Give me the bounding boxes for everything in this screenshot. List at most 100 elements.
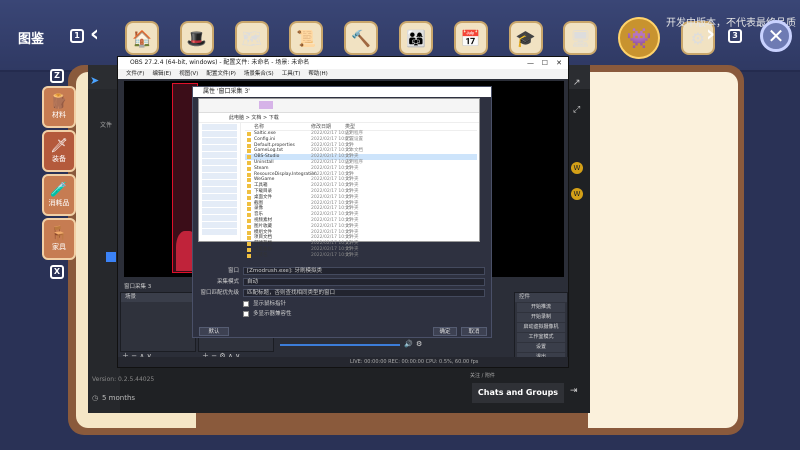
nav-tree-item[interactable] [202, 180, 237, 186]
category-tab-4[interactable]: 🔨 [344, 21, 379, 55]
show-cursor-checkbox[interactable] [243, 301, 249, 307]
nav-tree-item[interactable] [202, 201, 237, 207]
category-tab-9[interactable]: 👾 [618, 17, 661, 59]
capture-mode-select[interactable]: 自动 [243, 278, 485, 286]
priority-select[interactable]: 匹配标题，否则查找相同类型的窗口 [243, 289, 485, 297]
control-button[interactable]: 开始推流 [517, 303, 565, 312]
nav-tree-item[interactable] [202, 159, 237, 165]
nav-tree-item[interactable] [202, 187, 237, 193]
wood-icon: 🪵 [50, 94, 68, 110]
controls-panel: 控件 开始推流开始录制启动虚拟摄像机工作室模式设置退出 [514, 292, 568, 362]
app-logo-icon: ➤ [90, 74, 100, 87]
file-list-header: 名称 修改日期 类型 [245, 123, 477, 131]
show-cursor-row: 显示鼠标指针 [197, 300, 489, 309]
category-tab-2[interactable]: 🗺 [234, 21, 269, 55]
nav-tree-item[interactable] [202, 173, 237, 179]
category-tab-5[interactable]: 👨‍👩‍👧 [398, 21, 433, 55]
scenes-panel: 场景 [120, 292, 196, 352]
explorer-address-bar[interactable]: 此电脑 > 文档 > 下载 [199, 113, 479, 123]
nav-tree-item[interactable] [202, 229, 237, 235]
explorer-file-list: 名称 修改日期 类型 Saltic.exe 2022/02/17 10:25 应用程… [245, 123, 477, 258]
table-row[interactable]: 安装包 2022/02/17 10:25 文件夹 [245, 253, 477, 259]
nav-tree-item[interactable] [202, 222, 237, 228]
ribbon-tab-highlight [259, 101, 273, 109]
file-icon [247, 213, 251, 218]
category-tab-7[interactable]: 🎓 [508, 21, 543, 55]
page-prev-key[interactable]: 1 [70, 29, 84, 43]
side-tab-furniture[interactable]: 🪑 家具 [42, 218, 76, 260]
volume-meter[interactable] [280, 344, 400, 346]
control-button[interactable]: 启动虚拟摄像机 [517, 323, 565, 332]
category-tab-3[interactable]: 📜 [289, 21, 324, 55]
obs-menu-item[interactable]: 场景集合(S) [244, 71, 274, 77]
category-tab-0[interactable]: 🏠 [125, 21, 159, 55]
obs-menu-item[interactable]: 工具(T) [282, 71, 301, 77]
nav-tree-item[interactable] [202, 194, 237, 200]
nav-tree-item[interactable] [202, 208, 237, 214]
defaults-button[interactable]: 默认 [199, 327, 229, 336]
category-tab-8[interactable]: 🖥 [563, 21, 598, 55]
source-name: 窗口采集 3 [124, 284, 152, 290]
category-tab-6[interactable]: 📅 [453, 21, 488, 55]
bg-file-label: 文件 [100, 122, 113, 129]
file-icon [247, 137, 251, 142]
category-tab-1[interactable]: 🎩 [179, 21, 214, 55]
file-icon [247, 155, 251, 160]
file-rows: Saltic.exe 2022/02/17 10:25 应用程序 Config.ini… [245, 131, 477, 259]
file-icon [247, 253, 251, 258]
control-button[interactable]: 工作室模式 [517, 333, 565, 342]
badge-icon-2[interactable]: W [571, 188, 583, 200]
external-link-icon[interactable]: ↗ [573, 78, 581, 88]
obs-close-icon[interactable]: ✕ [556, 57, 562, 69]
obs-menu-item[interactable]: 编辑(E) [152, 71, 171, 77]
file-icon [247, 189, 251, 194]
side-prev-key[interactable]: Z [50, 69, 64, 83]
file-icon [247, 247, 251, 252]
obs-menu-item[interactable]: 帮助(H) [308, 71, 327, 77]
nav-tree-item[interactable] [202, 124, 237, 130]
side-tab-consumables[interactable]: 🧪 消耗品 [42, 174, 76, 216]
clock-icon: ◷ [92, 394, 99, 402]
maximize-icon[interactable]: ☐ [542, 57, 548, 69]
obs-menu-item[interactable]: 配置文件(P) [206, 71, 236, 77]
side-tab-equipment[interactable]: 🗡 装备 [42, 130, 76, 172]
page-title: 图鉴 [18, 32, 45, 47]
app-square-icon [106, 252, 116, 262]
chevron-left-icon[interactable]: ‹ [90, 24, 99, 46]
window-select[interactable]: [Zmodrush.exe]: 牙刷模拟类 [243, 267, 485, 275]
nav-tree-item[interactable] [202, 166, 237, 172]
close-button[interactable]: ✕ [760, 20, 792, 52]
book-page-right [588, 72, 738, 428]
multi-adapter-checkbox[interactable] [243, 311, 249, 317]
cancel-button[interactable]: 取消 [461, 327, 487, 336]
badge-icon[interactable]: W [571, 162, 583, 174]
dialog-title: 属性 '窗口采集 3' [193, 87, 491, 97]
control-button[interactable]: 设置 [517, 343, 565, 352]
nav-tree-item[interactable] [202, 138, 237, 144]
file-icon [247, 207, 251, 212]
file-icon [247, 172, 251, 177]
expand-icon[interactable]: ⤢ [573, 105, 580, 115]
side-tab-materials[interactable]: 🪵 材料 [42, 86, 76, 128]
page-next-key[interactable]: 3 [728, 29, 742, 43]
exit-icon[interactable]: ⇥ [570, 386, 578, 396]
nav-tree-item[interactable] [202, 145, 237, 151]
file-icon [247, 143, 251, 148]
explorer-nav-tree [199, 123, 241, 241]
file-icon [247, 160, 251, 165]
obs-menu-item[interactable]: 文件(F) [126, 71, 144, 77]
minimize-icon[interactable]: — [527, 57, 534, 69]
obs-menu-item[interactable]: 视图(V) [179, 71, 198, 77]
potion-icon: 🧪 [50, 182, 68, 198]
control-button[interactable]: 开始录制 [517, 313, 565, 322]
nav-tree-item[interactable] [202, 152, 237, 158]
side-next-key[interactable]: X [50, 265, 64, 279]
nav-tree-item[interactable] [202, 215, 237, 221]
chats-groups-button[interactable]: Chats and Groups [472, 383, 564, 403]
audio-settings-icon[interactable]: ⚙ [416, 340, 422, 348]
speaker-icon[interactable]: 🔊 [404, 340, 413, 348]
file-icon [247, 195, 251, 200]
controls-header: 控件 [515, 293, 567, 302]
ok-button[interactable]: 确定 [433, 327, 457, 336]
nav-tree-item[interactable] [202, 131, 237, 137]
